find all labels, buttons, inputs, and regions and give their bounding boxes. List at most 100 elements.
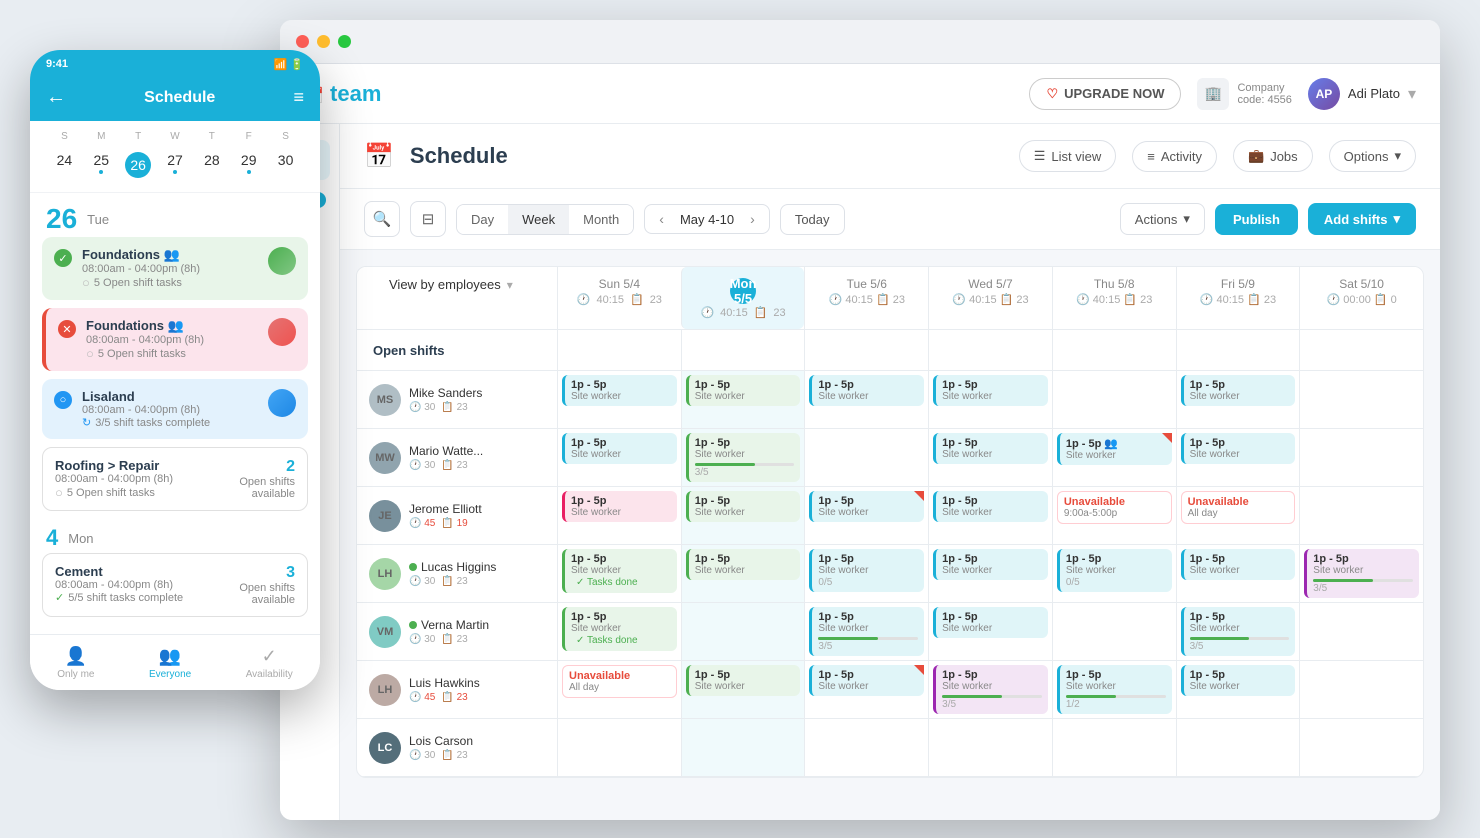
shift-jerome-wed[interactable]: 1p - 5p Site worker xyxy=(933,491,1048,522)
mon-meta: 🕐 40:15 📋 23 xyxy=(690,306,797,319)
shift-verna-wed[interactable]: 1p - 5p Site worker xyxy=(933,607,1048,638)
phone-shift-card-foundations-1[interactable]: ✓ Foundations 👥 08:00am - 04:00pm (8h) ○… xyxy=(42,237,308,300)
phone-menu-button[interactable]: ≡ xyxy=(293,87,304,108)
shift-check-icon-1: ✓ xyxy=(54,249,72,267)
shift-lucas-fri[interactable]: 1p - 5p Site worker xyxy=(1181,549,1296,580)
shift-mike-sun[interactable]: 1p - 5p Site worker xyxy=(562,375,677,406)
shift-role: Site worker xyxy=(1190,449,1290,460)
fri-day-name: Fri 5/9 xyxy=(1185,277,1292,291)
shift-time: 1p - 5p xyxy=(571,437,671,449)
phone-shift-card-lisaland[interactable]: ○ Lisaland 08:00am - 04:00pm (8h) ↻ 3/5 … xyxy=(42,379,308,439)
shift-time: 1p - 5p xyxy=(695,379,795,391)
mario-info: MW Mario Watte... 🕐 30 📋 23 xyxy=(357,429,557,486)
date-prev-button[interactable]: ‹ xyxy=(655,209,668,229)
phone-nav-only-me[interactable]: 👤 Only me xyxy=(57,646,94,680)
cal-day-29[interactable]: 29 xyxy=(230,148,267,182)
shift-role: Site worker xyxy=(695,681,795,692)
shift-time-cement: 08:00am - 04:00pm (8h) xyxy=(55,579,183,591)
shift-mike-tue[interactable]: 1p - 5p Site worker xyxy=(809,375,924,406)
shift-luis-mon[interactable]: 1p - 5p Site worker xyxy=(686,665,801,696)
window-minimize-button[interactable] xyxy=(317,35,330,48)
tab-day[interactable]: Day xyxy=(457,205,508,234)
only-me-icon: 👤 xyxy=(65,646,87,667)
shift-jerome-tue[interactable]: 1p - 5p Site worker xyxy=(809,491,924,522)
shift-verna-tue[interactable]: 1p - 5p Site worker 3/5 xyxy=(809,607,924,656)
shift-lucas-sat[interactable]: 1p - 5p Site worker 3/5 xyxy=(1304,549,1419,598)
shift-luis-thu[interactable]: 1p - 5p Site worker 1/2 xyxy=(1057,665,1172,714)
cal-header-w: W xyxy=(157,131,194,142)
phone-shift-card-roofing[interactable]: Roofing > Repair 08:00am - 04:00pm (8h) … xyxy=(42,447,308,511)
tab-month[interactable]: Month xyxy=(569,205,633,234)
progress-fill xyxy=(1190,637,1250,640)
shift-mario-sun[interactable]: 1p - 5p Site worker xyxy=(562,433,677,464)
phone-back-button[interactable]: ← xyxy=(46,86,66,109)
shift-mario-mon[interactable]: 1p - 5p Site worker 3/5 xyxy=(686,433,801,482)
add-shifts-button[interactable]: Add shifts ▾ xyxy=(1308,203,1416,235)
cal-day-30[interactable]: 30 xyxy=(267,148,304,182)
jerome-mon: 1p - 5p Site worker xyxy=(681,487,805,544)
verna-info: VM Verna Martin 🕐 30 📋 23 xyxy=(357,603,557,660)
shift-luis-tue[interactable]: 1p - 5p Site worker xyxy=(809,665,924,696)
date-next-button[interactable]: › xyxy=(746,209,759,229)
phone-shift-card-foundations-2[interactable]: ✕ Foundations 👥 08:00am - 04:00pm (8h) ○… xyxy=(42,308,308,371)
user-dropdown-icon: ▾ xyxy=(1408,84,1416,104)
shift-mike-fri[interactable]: 1p - 5p Site worker xyxy=(1181,375,1296,406)
shift-mario-fri[interactable]: 1p - 5p Site worker xyxy=(1181,433,1296,464)
phone-shift-card-cement[interactable]: Cement 08:00am - 04:00pm (8h) ✓ 5/5 shif… xyxy=(42,553,308,617)
window-close-button[interactable] xyxy=(296,35,309,48)
lois-avatar: LC xyxy=(369,732,401,764)
search-button[interactable]: 🔍 xyxy=(364,201,400,237)
shift-time: 1p - 5p xyxy=(571,611,671,623)
shift-time: 1p - 5p xyxy=(942,553,1042,565)
shift-luis-sun-unavail[interactable]: Unavailable All day xyxy=(562,665,677,698)
shift-lucas-tue[interactable]: 1p - 5p Site worker 0/5 xyxy=(809,549,924,592)
tab-week[interactable]: Week xyxy=(508,205,569,234)
shift-mario-thu[interactable]: 1p - 5p 👥 Site worker xyxy=(1057,433,1172,465)
shift-luis-wed[interactable]: 1p - 5p Site worker 3/5 xyxy=(933,665,1048,714)
phone-nav-availability[interactable]: ✓ Availability xyxy=(246,646,293,680)
shift-jerome-fri-unavail[interactable]: Unavailable All day xyxy=(1181,491,1296,524)
jobs-button[interactable]: 💼 Jobs xyxy=(1233,140,1313,172)
shift-jerome-sun[interactable]: 1p - 5p Site worker xyxy=(562,491,677,522)
shift-jerome-mon[interactable]: 1p - 5p Site worker xyxy=(686,491,801,522)
actions-button[interactable]: Actions ▾ xyxy=(1120,203,1205,235)
view-by-employees[interactable]: View by employees ▾ xyxy=(373,277,549,292)
verna-name: Verna Martin xyxy=(421,618,489,632)
shift-mario-wed[interactable]: 1p - 5p Site worker xyxy=(933,433,1048,464)
filter-button[interactable]: ⊟ xyxy=(410,201,446,237)
cal-day-28[interactable]: 28 xyxy=(193,148,230,182)
luis-tue: 1p - 5p Site worker xyxy=(804,661,928,718)
shift-verna-fri[interactable]: 1p - 5p Site worker 3/5 xyxy=(1181,607,1296,656)
options-button[interactable]: Options ▾ xyxy=(1329,140,1416,172)
shift-jerome-thu-unavail[interactable]: Unavailable 9:00a-5:00p xyxy=(1057,491,1172,524)
shift-lucas-mon[interactable]: 1p - 5p Site worker xyxy=(686,549,801,580)
everyone-label: Everyone xyxy=(149,669,191,680)
employee-row-mike: MS Mike Sanders 🕐 30 📋 23 xyxy=(357,371,1423,429)
cal-day-27[interactable]: 27 xyxy=(157,148,194,182)
shift-progress-bar xyxy=(1313,579,1413,582)
shift-verna-sun[interactable]: 1p - 5p Site worker ✓ Tasks done xyxy=(562,607,677,651)
shift-lucas-wed[interactable]: 1p - 5p Site worker xyxy=(933,549,1048,580)
wed-meta: 🕐 40:15 📋 23 xyxy=(937,293,1044,306)
shift-mike-wed[interactable]: 1p - 5p Site worker xyxy=(933,375,1048,406)
upgrade-now-button[interactable]: ♡ UPGRADE NOW xyxy=(1029,78,1181,110)
shift-role: Site worker xyxy=(942,391,1042,402)
verna-mon xyxy=(681,603,805,660)
shift-mike-mon[interactable]: 1p - 5p Site worker xyxy=(686,375,801,406)
cal-day-25[interactable]: 25 xyxy=(83,148,120,182)
publish-button[interactable]: Publish xyxy=(1215,204,1298,235)
today-button[interactable]: Today xyxy=(780,204,845,235)
list-view-button[interactable]: ☰ List view xyxy=(1019,140,1117,172)
cal-day-24[interactable]: 24 xyxy=(46,148,83,182)
shift-luis-fri[interactable]: 1p - 5p Site worker xyxy=(1181,665,1296,696)
phone-nav-everyone[interactable]: 👥 Everyone xyxy=(149,646,191,680)
user-profile[interactable]: AP Adi Plato ▾ xyxy=(1308,78,1416,110)
shift-avatar-2 xyxy=(268,318,296,346)
activity-button[interactable]: ≡ Activity xyxy=(1132,141,1217,172)
shift-role: Site worker xyxy=(818,391,918,402)
window-maximize-button[interactable] xyxy=(338,35,351,48)
shift-lucas-sun[interactable]: 1p - 5p Site worker ✓ Tasks done xyxy=(562,549,677,593)
cal-header-m: M xyxy=(83,131,120,142)
cal-day-26-today[interactable]: 26 xyxy=(120,148,157,182)
shift-lucas-thu[interactable]: 1p - 5p Site worker 0/5 xyxy=(1057,549,1172,592)
